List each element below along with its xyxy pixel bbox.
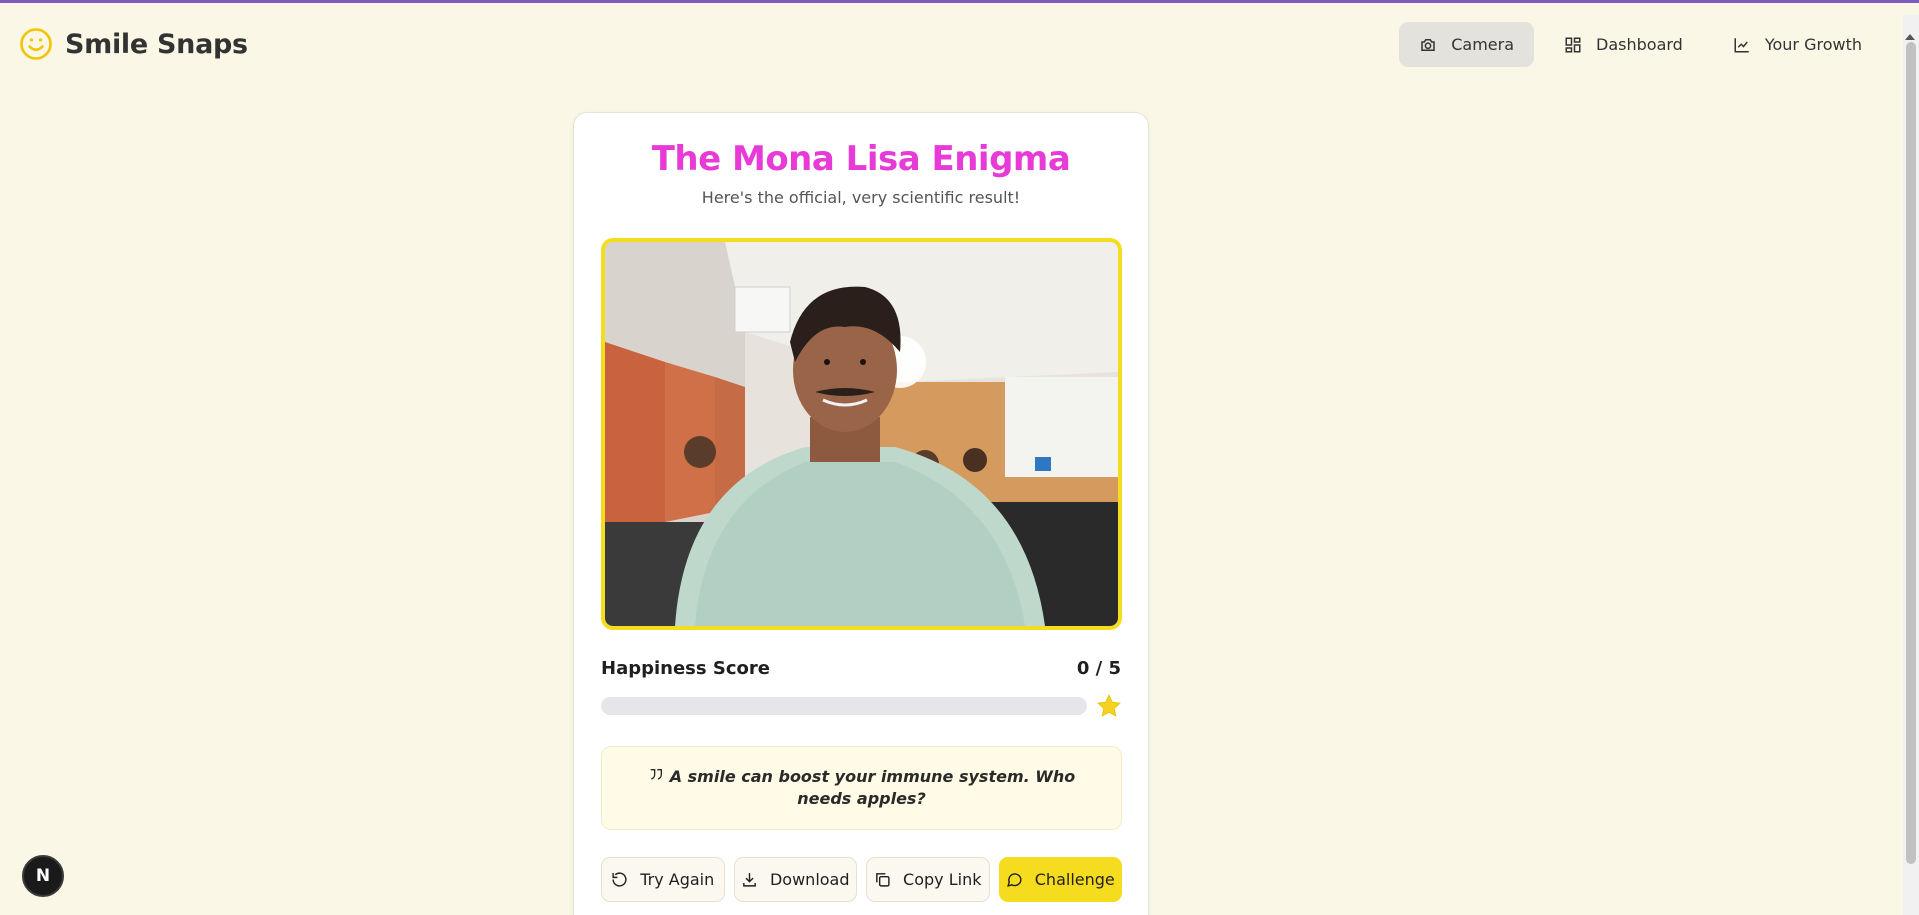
- smiley-icon: [20, 28, 52, 60]
- app-name: Smile Snaps: [65, 28, 248, 60]
- copy-link-button[interactable]: Copy Link: [866, 857, 990, 902]
- score-row: Happiness Score 0 / 5: [601, 658, 1121, 679]
- nav-growth-label: Your Growth: [1764, 35, 1862, 54]
- download-label: Download: [769, 870, 850, 889]
- nav-dashboard-label: Dashboard: [1596, 35, 1683, 54]
- nav-camera-label: Camera: [1451, 35, 1515, 54]
- top-nav: Camera Dashboard Your Growth: [1399, 22, 1882, 67]
- dev-tools-badge[interactable]: N: [22, 855, 64, 897]
- score-label: Happiness Score: [601, 658, 770, 679]
- challenge-label: Challenge: [1034, 870, 1115, 889]
- message-circle-icon: [1006, 873, 1022, 887]
- quote-icon: [650, 769, 662, 780]
- copy-icon: [876, 873, 890, 887]
- dashboard-grid-icon: [1565, 37, 1581, 52]
- nav-your-growth[interactable]: Your Growth: [1713, 22, 1882, 67]
- captured-photo: [601, 238, 1122, 630]
- result-subtitle: Here's the official, very scientific res…: [701, 188, 1021, 207]
- nav-camera[interactable]: Camera: [1399, 22, 1535, 67]
- fun-fact-quote: A smile can boost your immune system. Wh…: [669, 767, 1076, 808]
- download-icon: [743, 873, 756, 887]
- star-icon: [1097, 694, 1121, 717]
- happiness-progress-bar: [601, 697, 1087, 715]
- photo-illustration: [605, 242, 1118, 626]
- try-again-label: Try Again: [640, 870, 715, 889]
- scroll-up-icon[interactable]: [1905, 34, 1915, 40]
- brand[interactable]: Smile Snaps: [19, 27, 248, 61]
- action-buttons: Try Again Download Copy Link Challenge: [601, 857, 1122, 902]
- nav-dashboard[interactable]: Dashboard: [1544, 22, 1703, 67]
- quote-box: A smile can boost your immune system. Wh…: [601, 746, 1122, 830]
- dev-badge-label: N: [35, 866, 51, 886]
- quote-text-wrapper: A smile can boost your immune system. Wh…: [632, 766, 1091, 810]
- rotate-ccw-icon: [612, 872, 627, 887]
- try-again-button[interactable]: Try Again: [601, 857, 725, 902]
- score-value: 0 / 5: [1076, 658, 1121, 679]
- result-card: The Mona Lisa Enigma Here's the official…: [573, 112, 1149, 915]
- scroll-thumb[interactable]: [1906, 42, 1916, 864]
- result-title: The Mona Lisa Enigma: [651, 139, 1071, 179]
- chart-line-icon: [1734, 37, 1749, 52]
- page-scrollbar[interactable]: [1903, 15, 1919, 915]
- camera-icon: [1421, 38, 1435, 51]
- top-accent-bar: [0, 0, 1919, 3]
- challenge-button[interactable]: Challenge: [998, 857, 1122, 902]
- download-button[interactable]: Download: [733, 857, 857, 902]
- copy-link-label: Copy Link: [903, 870, 982, 889]
